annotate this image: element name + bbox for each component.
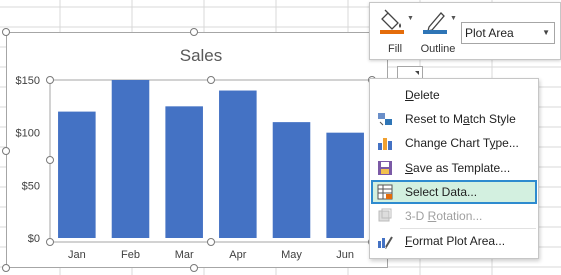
menu-item-label: Save as Template... <box>405 161 511 175</box>
menu-item-label: Format Plot Area... <box>405 234 506 248</box>
x-tick-label: Feb <box>121 249 140 261</box>
plot-area-handle[interactable] <box>46 76 54 84</box>
chart-canvas[interactable]: Sales $0 $50 $100 $150 Jan Feb Mar Apr May Jun <box>7 33 389 269</box>
chart-resize-handle[interactable] <box>2 28 10 36</box>
menu-item-label: Reset to Match Style <box>405 112 516 126</box>
fill-label: Fill <box>387 43 403 55</box>
y-tick-label: $50 <box>22 180 40 192</box>
chart-resize-handle[interactable] <box>2 147 10 155</box>
chart-object[interactable]: Sales $0 $50 $100 $150 Jan Feb Mar Apr May Jun <box>6 32 388 268</box>
chart-resize-handle[interactable] <box>2 264 10 272</box>
menu-item-label: Change Chart Type... <box>405 136 519 150</box>
x-tick-label: Jan <box>68 249 86 261</box>
chevron-down-icon: ▼ <box>450 15 457 22</box>
x-tick-label: Apr <box>229 249 246 261</box>
menu-item-select-data[interactable]: Select Data... <box>371 180 537 204</box>
chart-element-select[interactable]: Plot Area ▼ <box>461 22 555 44</box>
chart-type-icon <box>377 135 393 151</box>
bar-apr[interactable] <box>219 90 257 239</box>
plot-area-handle[interactable] <box>46 238 54 246</box>
chart-resize-handle[interactable] <box>190 28 198 36</box>
y-tick-label: $150 <box>16 75 40 87</box>
chevron-down-icon: ▼ <box>407 15 414 22</box>
x-tick-label: Jun <box>336 249 354 261</box>
context-menu: Delete Reset to Match Style Change Chart T… <box>369 78 539 259</box>
bar-mar[interactable] <box>165 106 203 238</box>
select-data-icon <box>377 184 393 200</box>
y-tick-label: $0 <box>28 233 40 245</box>
bar-jan[interactable] <box>58 111 96 238</box>
save-template-icon <box>377 160 393 176</box>
menu-item-save-as-template[interactable]: Save as Template... <box>371 156 537 180</box>
chart-element-select-value: Plot Area <box>465 26 514 40</box>
menu-item-label: Delete <box>405 88 440 102</box>
bar-jun[interactable] <box>326 132 364 238</box>
outline-label: Outline <box>420 43 456 55</box>
chart-title[interactable]: Sales <box>180 46 223 65</box>
plot-area-handle[interactable] <box>207 76 215 84</box>
menu-item-delete[interactable]: Delete <box>371 83 537 107</box>
menu-item-format-plot-area[interactable]: Format Plot Area... <box>371 229 537 253</box>
menu-item-label: 3-D Rotation... <box>405 209 483 223</box>
outline-button[interactable]: ▼ Outline <box>418 7 458 57</box>
format-plot-icon <box>377 233 393 249</box>
menu-item-3-d-rotation: 3-D Rotation... <box>371 204 537 228</box>
pen-icon <box>423 12 447 34</box>
chart-resize-handle[interactable] <box>190 264 198 272</box>
plot-area[interactable] <box>49 79 373 243</box>
x-tick-label: Mar <box>175 249 194 261</box>
menu-item-reset-to-match-style[interactable]: Reset to Match Style <box>371 107 537 131</box>
x-tick-label: May <box>281 249 302 261</box>
plot-area-handle[interactable] <box>207 238 215 246</box>
mini-toolbar: ▼ Fill ▼ Outline Plot Area ▼ <box>369 2 561 60</box>
plot-area-handle[interactable] <box>46 156 54 164</box>
chevron-down-icon: ▼ <box>542 28 550 37</box>
reset-style-icon <box>377 111 393 127</box>
y-tick-label: $100 <box>16 128 40 140</box>
rotation-icon <box>377 208 393 224</box>
menu-item-label: Select Data... <box>405 185 478 199</box>
bar-feb[interactable] <box>111 80 150 238</box>
menu-item-change-chart-type[interactable]: Change Chart Type... <box>371 131 537 155</box>
paint-bucket-icon <box>380 9 404 34</box>
fill-button[interactable]: ▼ Fill <box>375 7 415 57</box>
bar-may[interactable] <box>272 122 311 238</box>
